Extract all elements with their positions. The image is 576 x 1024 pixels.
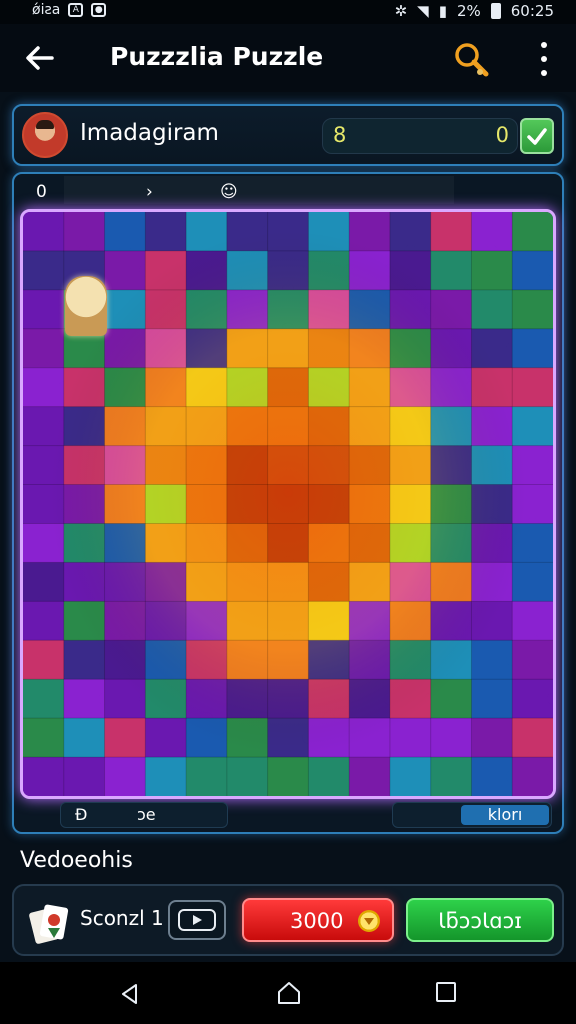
character-piece[interactable] — [65, 276, 107, 336]
coin-purchase-button[interactable]: 3000 — [242, 898, 394, 942]
confirm-button[interactable] — [520, 118, 554, 154]
play-button[interactable] — [168, 900, 226, 940]
level-label: Sconzl 1 — [80, 906, 164, 930]
board-info-right: klorı — [392, 802, 552, 828]
board-info-text: ɔe — [137, 805, 156, 824]
page-title: Puzzzlia Puzzle — [110, 42, 324, 71]
player-name: Imadagiram — [80, 120, 219, 146]
board-top-item: 0 — [36, 182, 47, 202]
coin-purchase-label: 3000 — [290, 909, 344, 933]
board-info-number: Ð — [75, 805, 88, 824]
magnifier-icon[interactable] — [452, 40, 492, 80]
wifi-icon: ◥ — [417, 2, 429, 20]
bottom-action-bar: Sconzl 1 3000 ƖƃɔɔƖɑɔɪ — [12, 884, 564, 956]
settings-gear-icon: ✲ — [394, 2, 408, 20]
score-right-value: 0 — [495, 123, 509, 147]
green-action-button[interactable]: ƖƃɔɔƖɑɔɪ — [406, 898, 554, 942]
score-left-value: 8 — [333, 123, 347, 147]
arrow-left-icon[interactable] — [22, 40, 58, 76]
status-left-text: ǿiƨa — [32, 2, 61, 18]
battery-percent: 2% — [456, 2, 481, 20]
avatar[interactable] — [22, 112, 68, 158]
nav-back-icon[interactable] — [118, 982, 142, 1006]
board-top-item: › — [146, 182, 153, 202]
score-display: 8 0 — [322, 118, 518, 154]
battery-icon — [490, 3, 501, 19]
checkmark-icon — [527, 128, 547, 145]
board-action-button[interactable]: klorı — [461, 805, 549, 825]
app-bar: Puzzzlia Puzzle — [0, 24, 576, 92]
system-nav-bar — [0, 962, 576, 1024]
play-icon — [178, 909, 216, 931]
board-top-item: ☺ — [220, 182, 238, 202]
playing-cards-icon — [29, 904, 69, 944]
puzzle-board[interactable] — [20, 209, 556, 799]
board-top-indicators: 0 › ☺ — [34, 178, 334, 208]
signal-icon: ▮ — [438, 2, 447, 20]
green-action-label: ƖƃɔɔƖɑɔɪ — [438, 909, 522, 933]
notification-icon: A — [68, 3, 84, 17]
status-bar: ǿiƨa A ● ✲ ◥ ▮ 2% 60:25 — [0, 0, 576, 24]
board-info-left: Ð ɔe — [60, 802, 228, 828]
status-left: ǿiƨa A ● — [32, 2, 107, 18]
section-title: Vedoeohis — [20, 848, 133, 873]
clock: 60:25 — [510, 2, 554, 20]
coin-icon — [358, 910, 380, 932]
vertical-dots-icon[interactable] — [532, 42, 556, 76]
status-right: ✲ ◥ ▮ 2% 60:25 — [395, 2, 554, 20]
camera-icon: ● — [91, 3, 107, 17]
nav-home-icon[interactable] — [276, 980, 302, 1006]
nav-recent-apps-icon[interactable] — [436, 982, 456, 1002]
player-card: Imadagiram 8 0 — [12, 104, 564, 166]
